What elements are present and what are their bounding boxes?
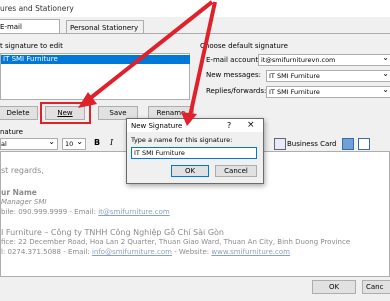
arrow-to-dialog-head (181, 112, 197, 126)
arrow-to-new-line (86, 0, 214, 102)
arrow-to-dialog-line (188, 1, 217, 117)
annotation-arrows (78, 0, 217, 126)
